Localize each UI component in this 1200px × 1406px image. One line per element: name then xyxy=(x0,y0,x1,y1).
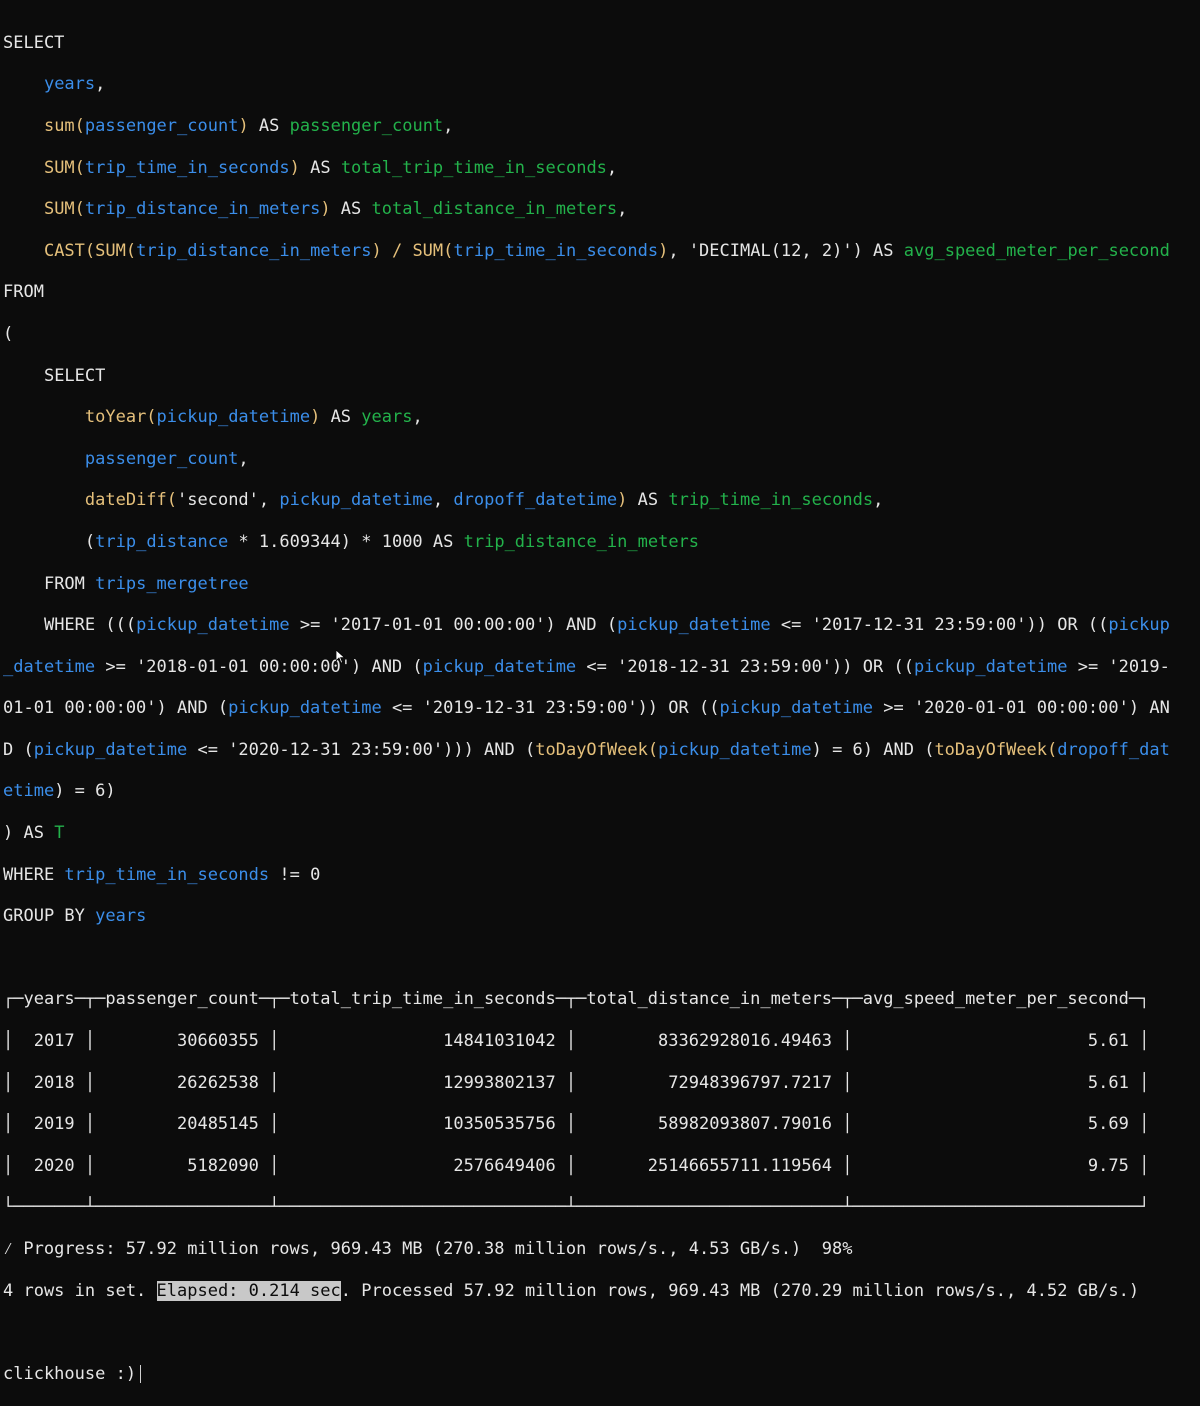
query-line-19: etime) = 6) xyxy=(3,781,116,802)
elapsed-selection[interactable]: Elapsed: 0.214 sec xyxy=(156,1280,341,1301)
query-line-8: ( xyxy=(3,323,14,344)
result-table-header: ┌─years─┬─passenger_count─┬─total_trip_t… xyxy=(3,989,1150,1010)
query-line-14: FROM trips_mergetree xyxy=(43,573,249,594)
table-row: │ 2020 │ 5182090 │ 2576649406 │ 25146655… xyxy=(3,1155,1150,1176)
terminal-window[interactable]: SELECT years, sum(passenger_count) AS pa… xyxy=(0,0,1200,1384)
query-line-4: SUM(trip_time_in_seconds) AS total_trip_… xyxy=(43,157,618,178)
query-line-7: FROM xyxy=(3,282,44,303)
query-line-16: _datetime >= '2018-01-01 00:00:00') AND … xyxy=(3,656,1170,677)
table-row: │ 2019 │ 20485145 │ 10350535756 │ 589820… xyxy=(3,1114,1150,1135)
query-line-18: D (pickup_datetime <= '2020-12-31 23:59:… xyxy=(3,739,1170,760)
query-line-10: toYear(pickup_datetime) AS years, xyxy=(84,407,423,428)
query-line-22: GROUP BY years xyxy=(3,906,147,927)
query-line-12: dateDiff('second', pickup_datetime, drop… xyxy=(84,490,884,511)
query-line-11: passenger_count, xyxy=(84,448,249,469)
query-line-15: WHERE (((pickup_datetime >= '2017-01-01 … xyxy=(43,615,1170,636)
prompt-text: clickhouse :) xyxy=(3,1363,137,1384)
result-table-footer: └───────┴─────────────────┴─────────────… xyxy=(3,1197,1150,1218)
table-row: │ 2017 │ 30660355 │ 14841031042 │ 833629… xyxy=(3,1031,1150,1052)
query-line-6: CAST(SUM(trip_distance_in_meters) / SUM(… xyxy=(43,240,1170,261)
query-line-3: sum(passenger_count) AS passenger_count, xyxy=(43,115,454,136)
query-line-2: years, xyxy=(43,74,106,95)
prompt-line[interactable]: clickhouse :) xyxy=(3,1364,1200,1385)
query-line-21: WHERE trip_time_in_seconds != 0 xyxy=(3,864,321,885)
result-summary: 4 rows in set. Elapsed: 0.214 sec. Proce… xyxy=(3,1280,1140,1301)
progress-line: ⁄ Progress: 57.92 million rows, 969.43 M… xyxy=(3,1239,853,1260)
query-line-17: 01-01 00:00:00') AND (pickup_datetime <=… xyxy=(3,698,1170,719)
query-line-9: SELECT xyxy=(43,365,106,386)
query-line-20: ) AS T xyxy=(3,823,65,844)
query-line-13: (trip_distance * 1.609344) * 1000 AS tri… xyxy=(84,531,700,552)
query-line-1: SELECT xyxy=(3,32,65,53)
text-cursor xyxy=(140,1364,142,1383)
table-row: │ 2018 │ 26262538 │ 12993802137 │ 729483… xyxy=(3,1072,1150,1093)
mouse-pointer-icon xyxy=(336,650,345,664)
query-line-5: SUM(trip_distance_in_meters) AS total_di… xyxy=(43,199,628,220)
